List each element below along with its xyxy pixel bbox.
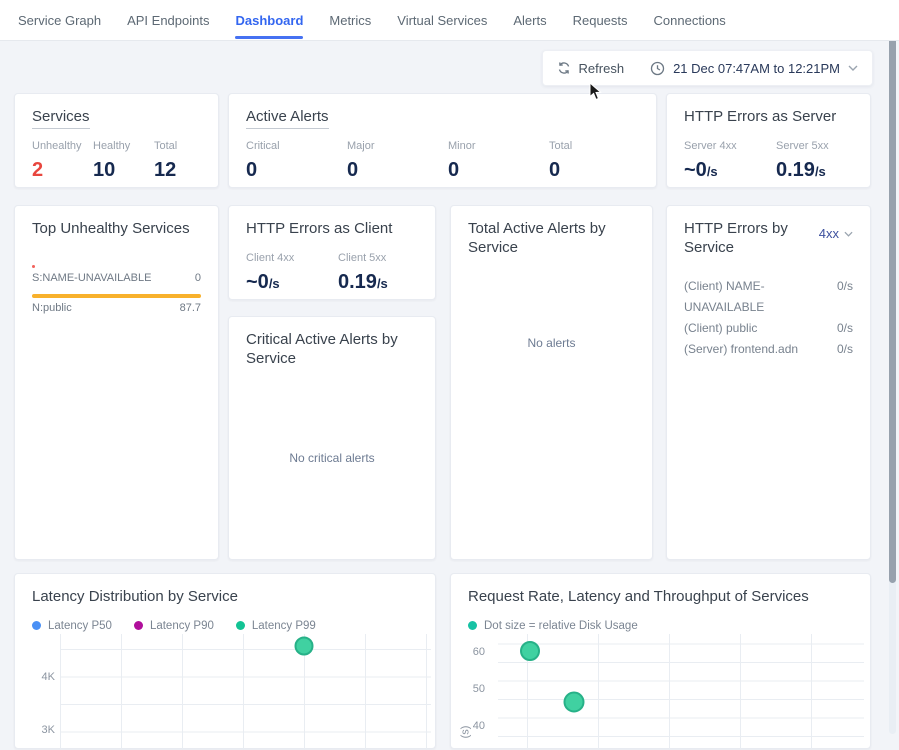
y-axis-tick: 50: [459, 683, 485, 695]
service-datapoint[interactable]: [564, 692, 585, 713]
refresh-label: Refresh: [579, 61, 625, 76]
legend-item-p99[interactable]: Latency P99: [236, 620, 316, 632]
stat-total-services: Total 12: [154, 140, 215, 182]
error-service-name: (Client) public: [684, 318, 757, 339]
service-health-bar: [32, 294, 201, 298]
latency-chart-title: Latency Distribution by Service: [32, 588, 418, 607]
stat-major: Major 0: [347, 140, 448, 182]
active-alerts-card-title: Active Alerts: [246, 108, 639, 127]
y-axis-tick: 60: [459, 646, 485, 658]
tab-metrics[interactable]: Metrics: [329, 0, 371, 41]
tab-connections[interactable]: Connections: [654, 0, 726, 41]
stat-minor: Minor 0: [448, 140, 549, 182]
http-errors-by-service-card: HTTP Errors by Service 4xx (Client) NAME…: [666, 205, 871, 560]
services-card-title: Services: [32, 108, 201, 127]
chevron-down-icon: [844, 231, 853, 237]
active-alerts-card: Active Alerts Critical 0 Major 0 Minor 0…: [228, 93, 657, 188]
request-rate-chart-title: Request Rate, Latency and Throughput of …: [468, 588, 853, 607]
stat-critical: Critical 0: [246, 140, 347, 182]
http-by-service-title: HTTP Errors by Service: [684, 220, 806, 258]
error-row[interactable]: (Server) frontend.adn 0/s: [684, 339, 853, 360]
unhealthy-service-item[interactable]: S:NAME-UNAVAILABLE 0: [32, 265, 201, 284]
tab-requests[interactable]: Requests: [573, 0, 628, 41]
tab-dashboard[interactable]: Dashboard: [235, 0, 303, 41]
stat-client-4xx: Client 4xx ~0/s: [246, 252, 338, 294]
http-errors-server-card: HTTP Errors as Server Server 4xx ~0/s Se…: [666, 93, 871, 188]
http-errors-client-title: HTTP Errors as Client: [246, 220, 418, 239]
refresh-button[interactable]: Refresh: [557, 61, 625, 76]
total-alerts-card: Total Active Alerts by Service No alerts: [450, 205, 653, 560]
empty-state-text: No critical alerts: [289, 451, 374, 465]
tab-alerts[interactable]: Alerts: [513, 0, 546, 41]
http-errors-server-title: HTTP Errors as Server: [684, 108, 853, 127]
service-health-bar: [32, 265, 35, 268]
services-card: Services Unhealthy 2 Healthy 10 Total 12: [14, 93, 219, 188]
service-datapoint[interactable]: [520, 641, 540, 661]
tab-virtual-services[interactable]: Virtual Services: [397, 0, 487, 41]
p90-dot-icon: [134, 621, 143, 630]
latency-p99-datapoint[interactable]: [295, 637, 314, 656]
stat-total-alerts: Total 0: [549, 140, 650, 182]
top-unhealthy-title: Top Unhealthy Services: [32, 220, 201, 239]
legend-item-disk-usage[interactable]: Dot size = relative Disk Usage: [468, 620, 638, 632]
y-axis-tick: 3K: [29, 724, 55, 736]
error-service-name: (Client) NAME-UNAVAILABLE: [684, 276, 837, 318]
critical-alerts-card: Critical Active Alerts by Service No cri…: [228, 316, 436, 560]
error-row[interactable]: (Client) public 0/s: [684, 318, 853, 339]
p99-dot-icon: [236, 621, 245, 630]
stat-server-4xx: Server 4xx ~0/s: [684, 140, 776, 182]
chevron-down-icon: [848, 65, 858, 71]
service-name: S:NAME-UNAVAILABLE: [32, 272, 151, 284]
latency-distribution-card: Latency Distribution by Service Latency …: [14, 573, 436, 749]
service-value: 87.7: [180, 302, 201, 314]
service-value: 0: [195, 272, 201, 284]
toolbar: Refresh 21 Dec 07:47AM to 12:21PM: [542, 50, 873, 86]
stat-unhealthy: Unhealthy 2: [32, 140, 93, 182]
error-service-name: (Server) frontend.adn: [684, 339, 798, 360]
critical-alerts-title: Critical Active Alerts by Service: [246, 331, 418, 369]
error-type-dropdown[interactable]: 4xx: [819, 226, 853, 241]
disk-usage-dot-icon: [468, 621, 477, 630]
legend-item-p90[interactable]: Latency P90: [134, 620, 214, 632]
error-rate: 0/s: [837, 276, 853, 318]
unhealthy-service-item[interactable]: N:public 87.7: [32, 294, 201, 314]
http-errors-client-card: HTTP Errors as Client Client 4xx ~0/s Cl…: [228, 205, 436, 300]
p50-dot-icon: [32, 621, 41, 630]
request-rate-plot-area: [498, 634, 864, 750]
tab-service-graph[interactable]: Service Graph: [18, 0, 101, 41]
error-row[interactable]: (Client) NAME-UNAVAILABLE 0/s: [684, 276, 853, 318]
latency-plot-area: [60, 634, 431, 750]
stat-client-5xx: Client 5xx 0.19/s: [338, 252, 430, 294]
request-rate-legend: Dot size = relative Disk Usage: [468, 620, 853, 632]
error-rate: 0/s: [837, 318, 853, 339]
stat-server-5xx: Server 5xx 0.19/s: [776, 140, 868, 182]
top-unhealthy-services-card: Top Unhealthy Services S:NAME-UNAVAILABL…: [14, 205, 219, 560]
tab-api-endpoints[interactable]: API Endpoints: [127, 0, 209, 41]
time-range-label: 21 Dec 07:47AM to 12:21PM: [673, 61, 840, 76]
latency-chart-legend: Latency P50 Latency P90 Latency P99: [32, 620, 418, 632]
top-nav: Service Graph API Endpoints Dashboard Me…: [0, 0, 899, 41]
legend-item-p50[interactable]: Latency P50: [32, 620, 112, 632]
total-alerts-title: Total Active Alerts by Service: [468, 220, 635, 258]
scrollbar-thumb[interactable]: [889, 33, 896, 583]
refresh-icon: [557, 61, 571, 75]
service-name: N:public: [32, 302, 72, 314]
y-axis-label: (s): [459, 726, 471, 739]
empty-state-text: No alerts: [527, 336, 575, 350]
clock-icon: [650, 61, 665, 76]
time-range-picker[interactable]: 21 Dec 07:47AM to 12:21PM: [650, 61, 858, 76]
request-rate-card: Request Rate, Latency and Throughput of …: [450, 573, 871, 749]
stat-healthy: Healthy 10: [93, 140, 154, 182]
y-axis-tick: 4K: [29, 671, 55, 683]
error-rate: 0/s: [837, 339, 853, 360]
